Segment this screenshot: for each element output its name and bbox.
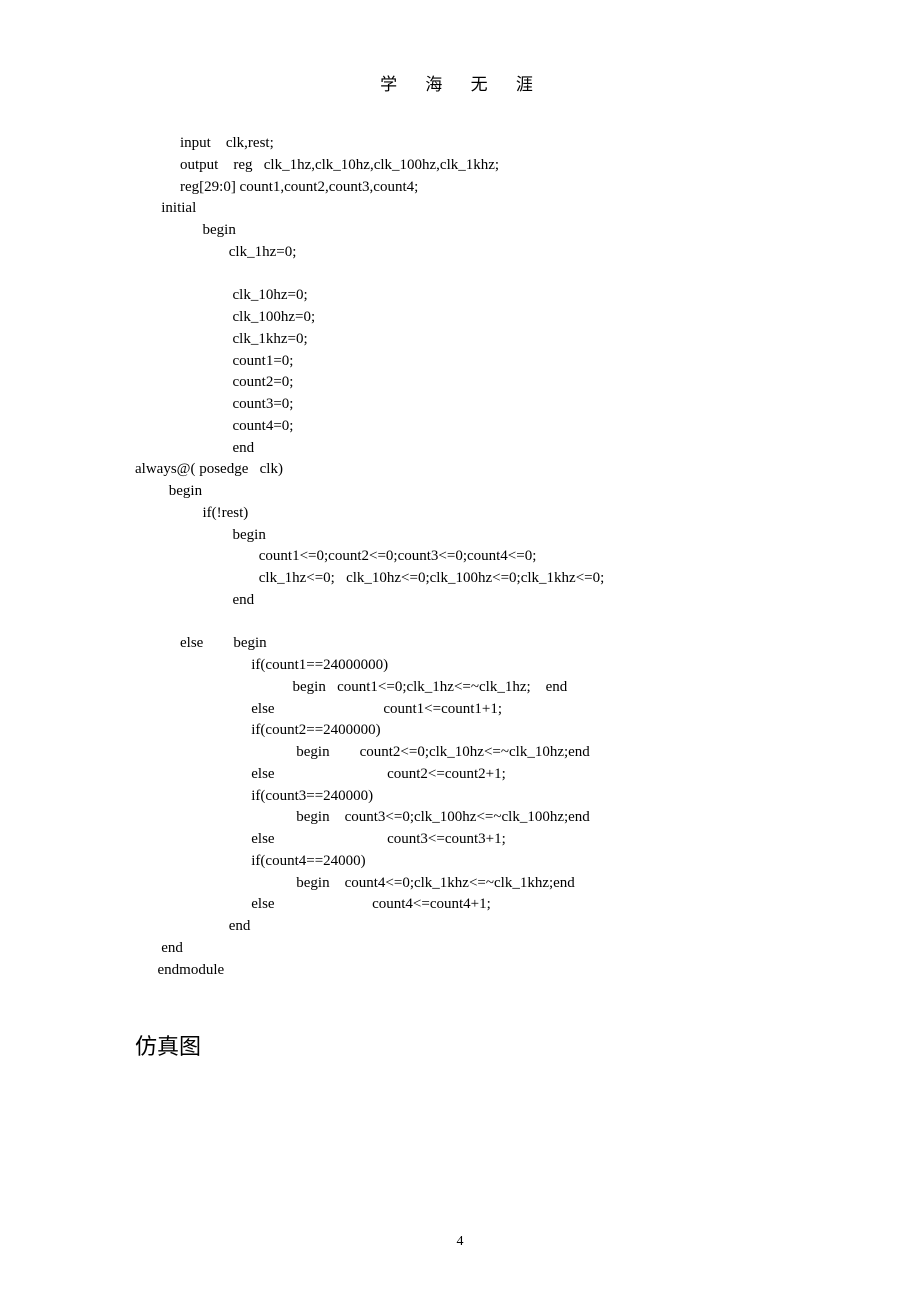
page-number: 4 bbox=[0, 1234, 920, 1250]
section-heading: 仿真图 bbox=[135, 1029, 790, 1061]
code-block: input clk,rest; output reg clk_1hz,clk_1… bbox=[135, 133, 790, 981]
page-header: 学 海 无 涯 bbox=[135, 70, 790, 95]
document-page: 学 海 无 涯 input clk,rest; output reg clk_1… bbox=[0, 0, 920, 1101]
